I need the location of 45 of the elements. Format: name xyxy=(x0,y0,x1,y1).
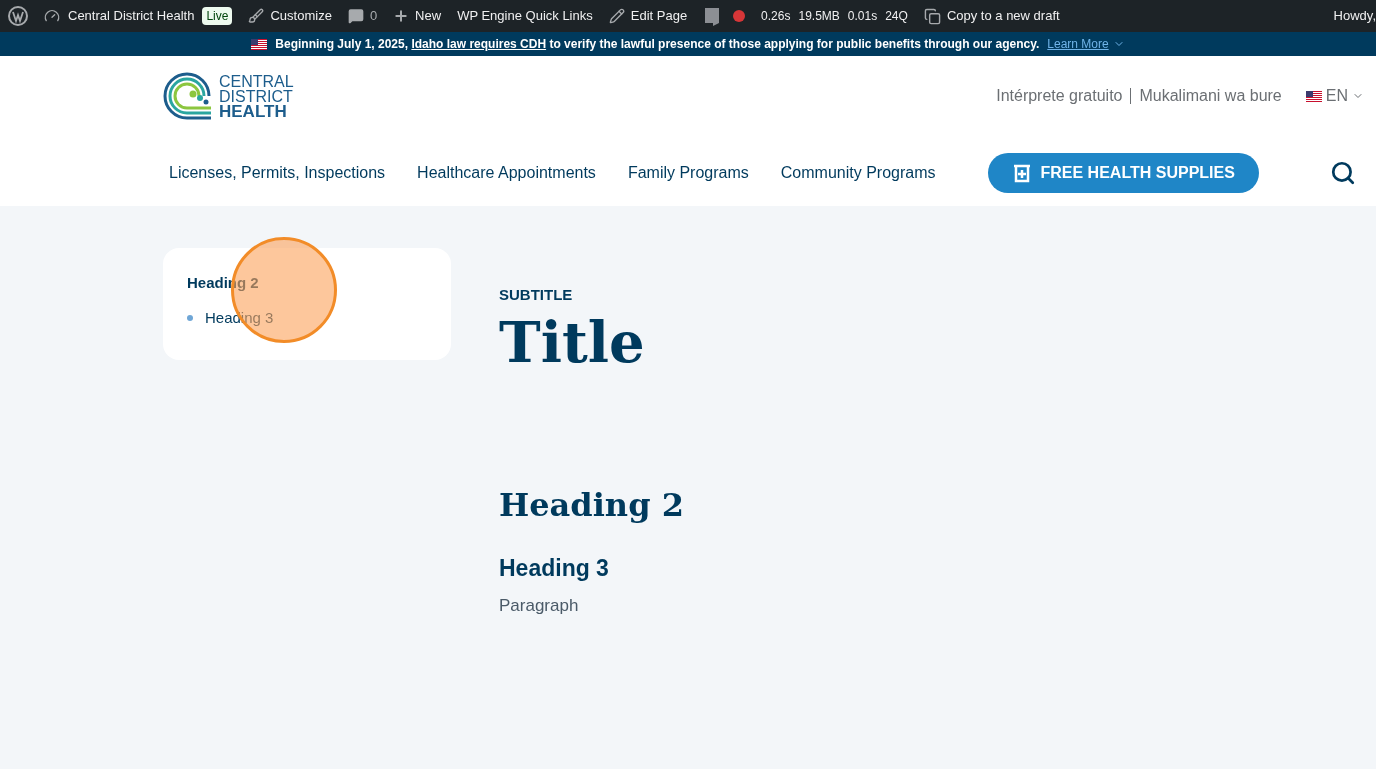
quick-links-link[interactable]: WP Engine Quick Links xyxy=(457,6,593,26)
nav-link[interactable]: Community Programs xyxy=(780,161,936,185)
performance-stat[interactable]: 0.01s xyxy=(847,7,878,25)
performance-stat[interactable]: 19.5MB xyxy=(798,7,840,25)
performance-stat[interactable]: 24Q xyxy=(885,7,908,25)
comment-icon[interactable] xyxy=(347,8,364,24)
us-flag-icon xyxy=(251,38,268,50)
wordpress-logo-icon[interactable] xyxy=(8,6,28,26)
learn-more-link[interactable]: Learn More xyxy=(1047,35,1125,53)
comments-count[interactable]: 0 xyxy=(369,6,378,26)
performance-stat[interactable]: 0.26s xyxy=(761,7,791,25)
nav-link[interactable]: Healthcare Appointments xyxy=(417,161,596,185)
search-icon[interactable] xyxy=(1330,160,1356,186)
notice-link[interactable]: Idaho law requires CDH xyxy=(411,37,547,51)
nav-link[interactable]: Family Programs xyxy=(627,161,749,185)
brush-icon[interactable] xyxy=(248,8,265,24)
live-badge: Live xyxy=(202,7,233,25)
heading-2: Heading 2 xyxy=(499,484,684,526)
free-health-supplies-button[interactable]: FREE HEALTH SUPPLIES xyxy=(988,153,1259,193)
page-title: Title xyxy=(499,307,646,377)
copy-draft-link[interactable]: Copy to a new draft xyxy=(946,6,1060,26)
heading-3: Heading 3 xyxy=(499,553,610,583)
pencil-icon[interactable] xyxy=(608,8,625,24)
dashboard-icon[interactable] xyxy=(44,8,60,24)
medicine-box-icon xyxy=(1012,163,1033,183)
interpreter-link[interactable]: Mukalimani wa bure xyxy=(1139,84,1282,108)
notice-text: Beginning July 1, 2025, Idaho law requires CDH to verify the lawful presence of those applying for public benefits through our agency. xyxy=(275,36,1040,53)
site-logo[interactable]: CENTRAL DISTRICT HEALTH xyxy=(163,72,294,120)
logo-text: DISTRICT xyxy=(219,88,294,104)
nav-link[interactable]: Licenses, Permits, Inspections xyxy=(169,161,386,185)
seo-plugin-icon[interactable] xyxy=(703,6,722,26)
language-selector[interactable]: EN xyxy=(1305,84,1364,108)
edit-page-link[interactable]: Edit Page xyxy=(630,6,688,26)
copy-icon[interactable] xyxy=(923,7,941,25)
greeting-link[interactable]: Howdy, xyxy=(1333,6,1376,26)
paragraph: Paragraph xyxy=(499,595,580,617)
logo-text: HEALTH xyxy=(219,103,287,119)
bullet-icon xyxy=(187,314,193,321)
site-name-link[interactable]: Central District Health xyxy=(68,6,195,26)
us-flag-icon xyxy=(1305,90,1322,102)
customize-link[interactable]: Customize xyxy=(270,6,332,26)
logo-text: CENTRAL xyxy=(219,73,294,89)
interpreter-link[interactable]: Intérprete gratuito xyxy=(996,84,1123,108)
new-link[interactable]: New xyxy=(415,6,442,26)
subtitle: SUBTITLE xyxy=(499,285,574,305)
